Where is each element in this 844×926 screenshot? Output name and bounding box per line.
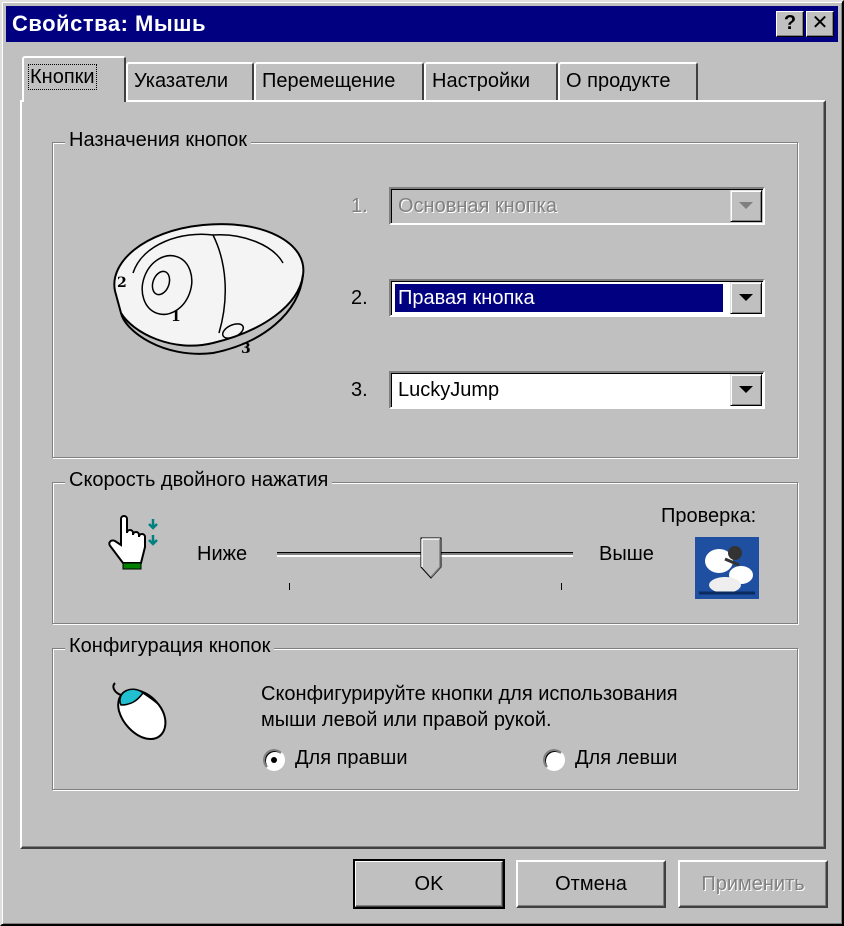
left-hand-label[interactable]: Для левши [575,747,677,770]
slider-tick-min [289,583,290,590]
tab-about[interactable]: О продукте [558,62,698,100]
row-3-number: 3. [351,379,368,401]
mouse-label-2: 2 [117,275,127,291]
help-button[interactable]: ? [776,11,804,37]
tab-motion-label: Перемещение [262,70,396,92]
secondary-button-value: Правая кнопка [395,284,723,312]
tab-about-label: О продукте [566,70,671,92]
right-hand-label[interactable]: Для правши [295,747,408,770]
secondary-button-combo[interactable]: Правая кнопка [389,279,765,317]
middle-button-combo[interactable]: LuckyJump [389,371,765,409]
mouse-label-1: 1 [171,309,181,325]
mouse-icon [112,682,167,741]
right-hand-radio[interactable] [263,749,285,771]
mouse-label-3: 3 [241,341,251,357]
chevron-down-icon[interactable] [730,374,762,406]
test-label: Проверка: [661,505,757,527]
tab-panel: Назначения кнопок 2 1 3 1. Основная кноп… [20,100,826,849]
mouse-properties-window: Свойства: Мышь ? ✕ Кнопки Указатели Пере… [0,0,844,926]
speed-slider-thumb[interactable] [420,537,442,579]
tab-settings-label: Настройки [432,70,531,92]
ok-button[interactable]: OK [353,859,505,909]
double-click-title: Скорость двойного нажатия [65,469,333,492]
row-2-number: 2. [351,287,368,309]
apply-button[interactable]: Применить [678,860,828,908]
window-title: Свойства: Мышь [12,11,206,36]
slider-tick-max [561,583,562,590]
button-assignment-group: Назначения кнопок 2 1 3 1. Основная кноп… [52,129,798,458]
tab-motion[interactable]: Перемещение [254,62,424,100]
tab-buttons[interactable]: Кнопки [22,56,126,102]
slower-label: Ниже [197,543,248,565]
primary-button-combo[interactable]: Основная кнопка [389,187,765,225]
faster-label: Выше [599,543,654,565]
close-button[interactable]: ✕ [806,11,834,37]
configuration-group: Конфигурация кнопок Сконфигурируйте кноп… [52,635,798,790]
title-bar[interactable]: Свойства: Мышь ? ✕ [6,6,838,42]
row-1-number: 1. [351,195,368,217]
tab-buttons-label: Кнопки [28,64,97,90]
tab-pointers-label: Указатели [134,70,228,92]
configuration-description-line2: мыши левой или правой рукой. [261,709,552,731]
left-hand-radio[interactable] [543,749,565,771]
configuration-description-line1: Сконфигурируйте кнопки для использования [261,683,678,705]
jack-in-the-box-icon[interactable] [695,537,759,599]
tab-settings[interactable]: Настройки [424,62,558,100]
button-assignment-title: Назначения кнопок [65,129,252,152]
mouse-three-button-icon: 2 1 3 [113,223,305,357]
middle-button-value: LuckyJump [398,379,500,401]
chevron-down-icon[interactable] [730,282,762,314]
tab-pointers[interactable]: Указатели [126,62,254,100]
hand-pointer-icon [108,515,158,570]
chevron-down-icon[interactable] [730,190,762,222]
primary-button-value: Основная кнопка [398,195,557,217]
configuration-title: Конфигурация кнопок [65,635,275,658]
cancel-button[interactable]: Отмена [516,860,666,908]
double-click-group: Скорость двойного нажатия Ниже Выше Пров… [52,469,798,624]
